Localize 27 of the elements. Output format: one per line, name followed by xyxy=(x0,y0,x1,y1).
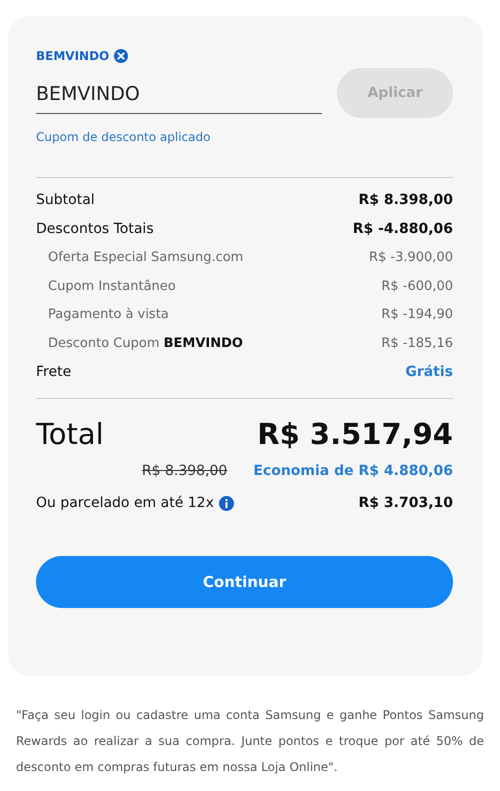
discount-label: Cupom Instantâneo xyxy=(48,278,176,294)
summary-value: R$ -185,16 xyxy=(381,336,453,351)
discount-label: Desconto Cupom BEMVINDO xyxy=(48,336,243,351)
summary-value: R$ 8.398,00 xyxy=(358,192,453,208)
total-label: Total xyxy=(36,417,104,452)
coupon-status-text: Cupom de desconto aplicado xyxy=(36,130,212,144)
summary-value: R$ -3.900,00 xyxy=(368,250,453,265)
info-icon[interactable] xyxy=(218,496,234,511)
summary-value: R$ -4.880,06 xyxy=(352,220,453,237)
summary-label: Frete xyxy=(36,364,72,380)
footnote-text: "Faça seu login ou cadastre uma conta Samsung e ganhe Pontos Samsung Rewards ao realizar a sua compra. Junte pontos e troque por até 50% de desconto em compras futuras em nossa Loja Online". xyxy=(16,707,484,776)
summary-label: Descontos Totais xyxy=(36,220,154,237)
installments-label: Ou parcelado em até 12x xyxy=(36,495,214,512)
installments-value: R$ 3.703,10 xyxy=(358,495,453,512)
close-icon[interactable] xyxy=(114,49,128,63)
coupon-input-field[interactable]: BEMVINDO xyxy=(36,76,322,114)
summary-value: R$ -194,90 xyxy=(381,307,453,322)
coupon-tag: BEMVINDO xyxy=(36,49,110,63)
continue-button[interactable]: Continuar xyxy=(36,556,453,608)
total-value: R$ 3.517,94 xyxy=(257,417,453,452)
shipping-value: Grátis xyxy=(405,364,453,380)
summary-label: Subtotal xyxy=(36,192,95,208)
discount-label: Oferta Especial Samsung.com xyxy=(48,250,244,265)
summary-value: R$ -600,00 xyxy=(381,278,453,294)
discount-label: Pagamento à vista xyxy=(48,307,169,322)
original-price: R$ 8.398,00 xyxy=(142,463,228,480)
savings-text: Economia de R$ 4.880,06 xyxy=(253,463,453,480)
